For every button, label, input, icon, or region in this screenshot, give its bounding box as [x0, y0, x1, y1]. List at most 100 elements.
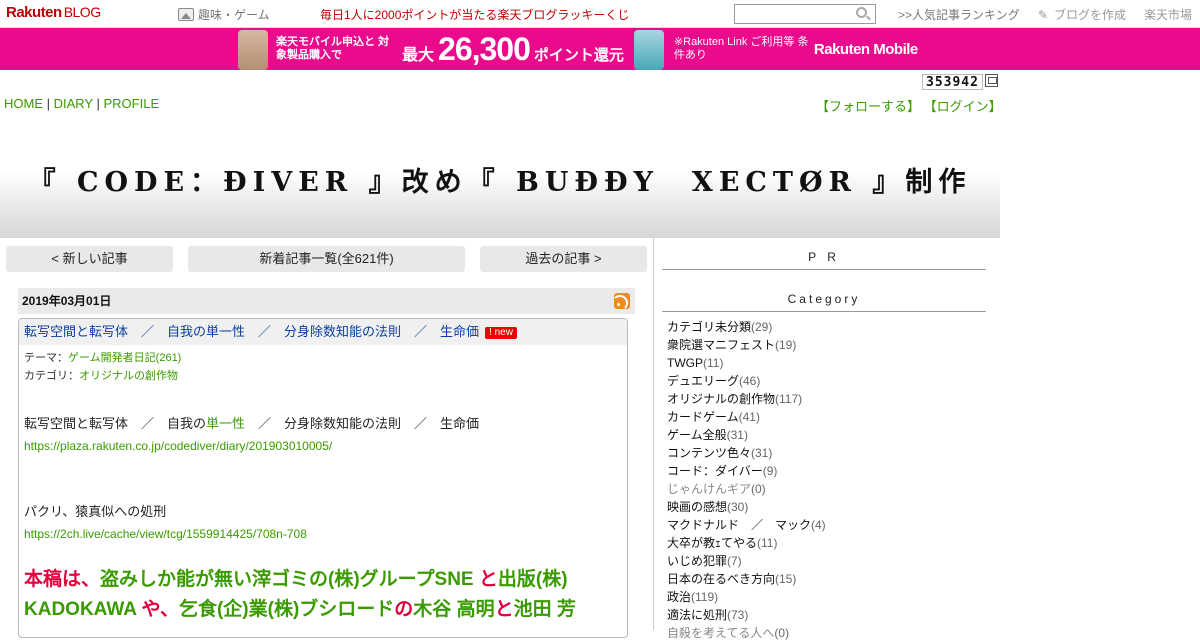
newer-entry-button[interactable]: < 新しい記事	[6, 246, 173, 272]
category-count: (4)	[811, 518, 826, 532]
category-item[interactable]: じゃんけんギア(0)	[667, 480, 826, 498]
category-item[interactable]: 映画の感想(30)	[667, 498, 826, 516]
phone-image	[238, 30, 268, 70]
emphasis-line-1: 本稿は、盗みしか能が無い滓ゴミの(株)グループSNE と出版(株)	[24, 569, 568, 590]
category-name: じゃんけんギア	[667, 482, 752, 496]
category-item[interactable]: 適法に処刑(73)	[667, 606, 826, 624]
category-item[interactable]: いじめ犯罪(7)	[667, 552, 826, 570]
blog-nav: HOME | DIARY | PROFILE	[4, 96, 160, 111]
ranking-link[interactable]: >>人気記事ランキング	[898, 6, 1020, 23]
category-name: いじめ犯罪	[667, 554, 728, 568]
ad-brand: Rakuten Mobile	[813, 40, 918, 58]
new-badge: ! new	[485, 327, 517, 339]
category-name: 自殺を考えてる人へ	[667, 626, 775, 640]
blog-title[interactable]: 『 CODE：ĐIVER 』改め『 BUĐĐY XECTØR 』制作	[0, 160, 1000, 199]
category-link[interactable]: オリジナルの創作物	[79, 370, 178, 382]
nav-diary[interactable]: DIARY	[54, 96, 93, 111]
category-name: カードゲーム	[667, 410, 739, 424]
category-name: 日本の在るべき方向	[667, 572, 776, 586]
category-list: カテゴリ未分類(29) 衆院選マニフェスト(19) TWGP(11) デュエリーグ(4…	[667, 318, 826, 642]
category-name: 映画の感想	[667, 500, 728, 514]
category-item[interactable]: ゲーム全般(31)	[667, 426, 826, 444]
search-icon[interactable]	[856, 7, 867, 18]
search-input[interactable]	[734, 4, 876, 24]
follow-link[interactable]: 【フォローする】	[816, 99, 920, 114]
category-item[interactable]: 自殺を考えてる人へ(0)	[667, 624, 826, 642]
category-count: (46)	[739, 374, 761, 388]
category-item[interactable]: デュエリーグ(46)	[667, 372, 826, 390]
category-item[interactable]: 衆院選マニフェスト(19)	[667, 336, 826, 354]
rakuten-ichiba-link[interactable]: 楽天市場	[1144, 6, 1192, 23]
pr-heading: P R	[662, 250, 986, 270]
category-item[interactable]: コード：ダイバー(9)	[667, 462, 826, 480]
category-count: (119)	[691, 590, 719, 604]
category-item[interactable]: 日本の在るべき方向(15)	[667, 570, 826, 588]
category-item[interactable]: 政治(119)	[667, 588, 826, 606]
phone-image	[633, 30, 664, 70]
category-item[interactable]: 大卒が教ｪてやる(11)	[667, 534, 826, 552]
ad-banner[interactable]: 楽天モバイル申込と 対象製品購入で 最大 26,300 ポイント還元 ※Raku…	[0, 28, 1200, 70]
genre-link[interactable]: 趣味・ゲーム	[178, 6, 270, 23]
entry-title[interactable]: 転写空間と転写体 ／ 自我の単一性 ／ 分身除数知能の法則 ／ 生命価	[24, 324, 479, 339]
category-heading: Category	[662, 292, 986, 312]
category-count: (11)	[703, 356, 724, 370]
category-name: カテゴリ未分類	[667, 320, 752, 334]
ad-text-left: 楽天モバイル申込と 対象製品購入で	[276, 36, 390, 61]
category-count: (0)	[774, 626, 790, 640]
category-name: 衆院選マニフェスト	[667, 338, 776, 352]
category-name: コード：ダイバー	[667, 464, 763, 478]
older-entry-button[interactable]: 過去の記事 >	[480, 246, 647, 272]
login-link[interactable]: 【ログイン】	[924, 99, 1002, 114]
category-name: TWGP	[667, 356, 703, 370]
category-item[interactable]: カードゲーム(41)	[667, 408, 826, 426]
category-count: (19)	[775, 338, 797, 352]
entry-category: カテゴリ：オリジナルの創作物	[24, 370, 178, 382]
theme-link[interactable]: ゲーム開発者日記(261)	[68, 352, 181, 364]
category-count: (30)	[727, 500, 749, 514]
entry-title-bar: 転写空間と転写体 ／ 自我の単一性 ／ 分身除数知能の法則 ／ 生命価 ! new	[19, 319, 627, 345]
image-icon	[178, 8, 194, 21]
entry-theme: テーマ：ゲーム開発者日記(261)	[24, 352, 182, 364]
category-count: (41)	[738, 410, 760, 424]
keyword-link[interactable]: 単一性	[206, 416, 245, 431]
category-name: ゲーム全般	[667, 428, 727, 442]
body-line-2: パクリ、猿真似への処刑	[24, 504, 167, 519]
entry-url-2[interactable]: https://2ch.live/cache/view/tcg/15599144…	[24, 527, 307, 541]
category-item[interactable]: コンテンツ色々(31)	[667, 444, 826, 462]
counter-icon[interactable]	[985, 74, 998, 87]
entry-list-button[interactable]: 新着記事一覧(全621件)	[188, 246, 465, 272]
create-blog-label: ブログを作成	[1054, 8, 1127, 22]
visitor-counter: 353942	[922, 74, 983, 90]
category-name: コンテンツ色々	[667, 446, 752, 460]
top-bar: Rakuten BLOG 趣味・ゲーム 毎日1人に2000ポイントが当たる楽天ブロ…	[0, 0, 1200, 28]
nav-home[interactable]: HOME	[4, 96, 43, 111]
category-item[interactable]: TWGP(11)	[667, 354, 826, 372]
entry: 転写空間と転写体 ／ 自我の単一性 ／ 分身除数知能の法則 ／ 生命価 ! new…	[18, 318, 628, 638]
category-count: (31)	[751, 446, 773, 460]
lucky-lottery-link[interactable]: 毎日1人に2000ポイントが当たる楽天ブログラッキーくじ	[320, 6, 629, 23]
body-line-1: 転写空間と転写体 ／ 自我の単一性 ／ 分身除数知能の法則 ／ 生命価	[24, 416, 480, 431]
category-count: (7)	[727, 554, 742, 568]
category-name: 大卒が教ｪてやる	[667, 536, 758, 550]
category-count: (11)	[757, 536, 778, 550]
category-count: (29)	[751, 320, 773, 334]
category-item[interactable]: オリジナルの創作物(117)	[667, 390, 826, 408]
category-name: 適法に処刑	[667, 608, 728, 622]
ad-headline: 最大 26,300 ポイント還元	[402, 30, 624, 67]
rss-icon[interactable]	[614, 293, 630, 309]
entry-date: 2019年03月01日	[18, 288, 635, 314]
pencil-icon: ✎	[1038, 7, 1049, 22]
category-count: (9)	[762, 464, 778, 478]
category-count: (0)	[751, 482, 766, 496]
category-count: (73)	[727, 608, 749, 622]
create-blog-link[interactable]: ✎ ブログを作成	[1038, 6, 1126, 23]
category-name: マクドナルド ／ マック	[667, 518, 812, 532]
category-count: (15)	[775, 572, 797, 586]
category-item[interactable]: マクドナルド ／ マック(4)	[667, 516, 826, 534]
category-name: オリジナルの創作物	[667, 392, 776, 406]
category-item[interactable]: カテゴリ未分類(29)	[667, 318, 826, 336]
rakuten-blog-logo[interactable]: Rakuten BLOG	[6, 4, 101, 21]
entry-url-1[interactable]: https://plaza.rakuten.co.jp/codediver/di…	[24, 439, 332, 453]
genre-link-label: 趣味・ゲーム	[198, 8, 270, 22]
nav-profile[interactable]: PROFILE	[103, 96, 159, 111]
